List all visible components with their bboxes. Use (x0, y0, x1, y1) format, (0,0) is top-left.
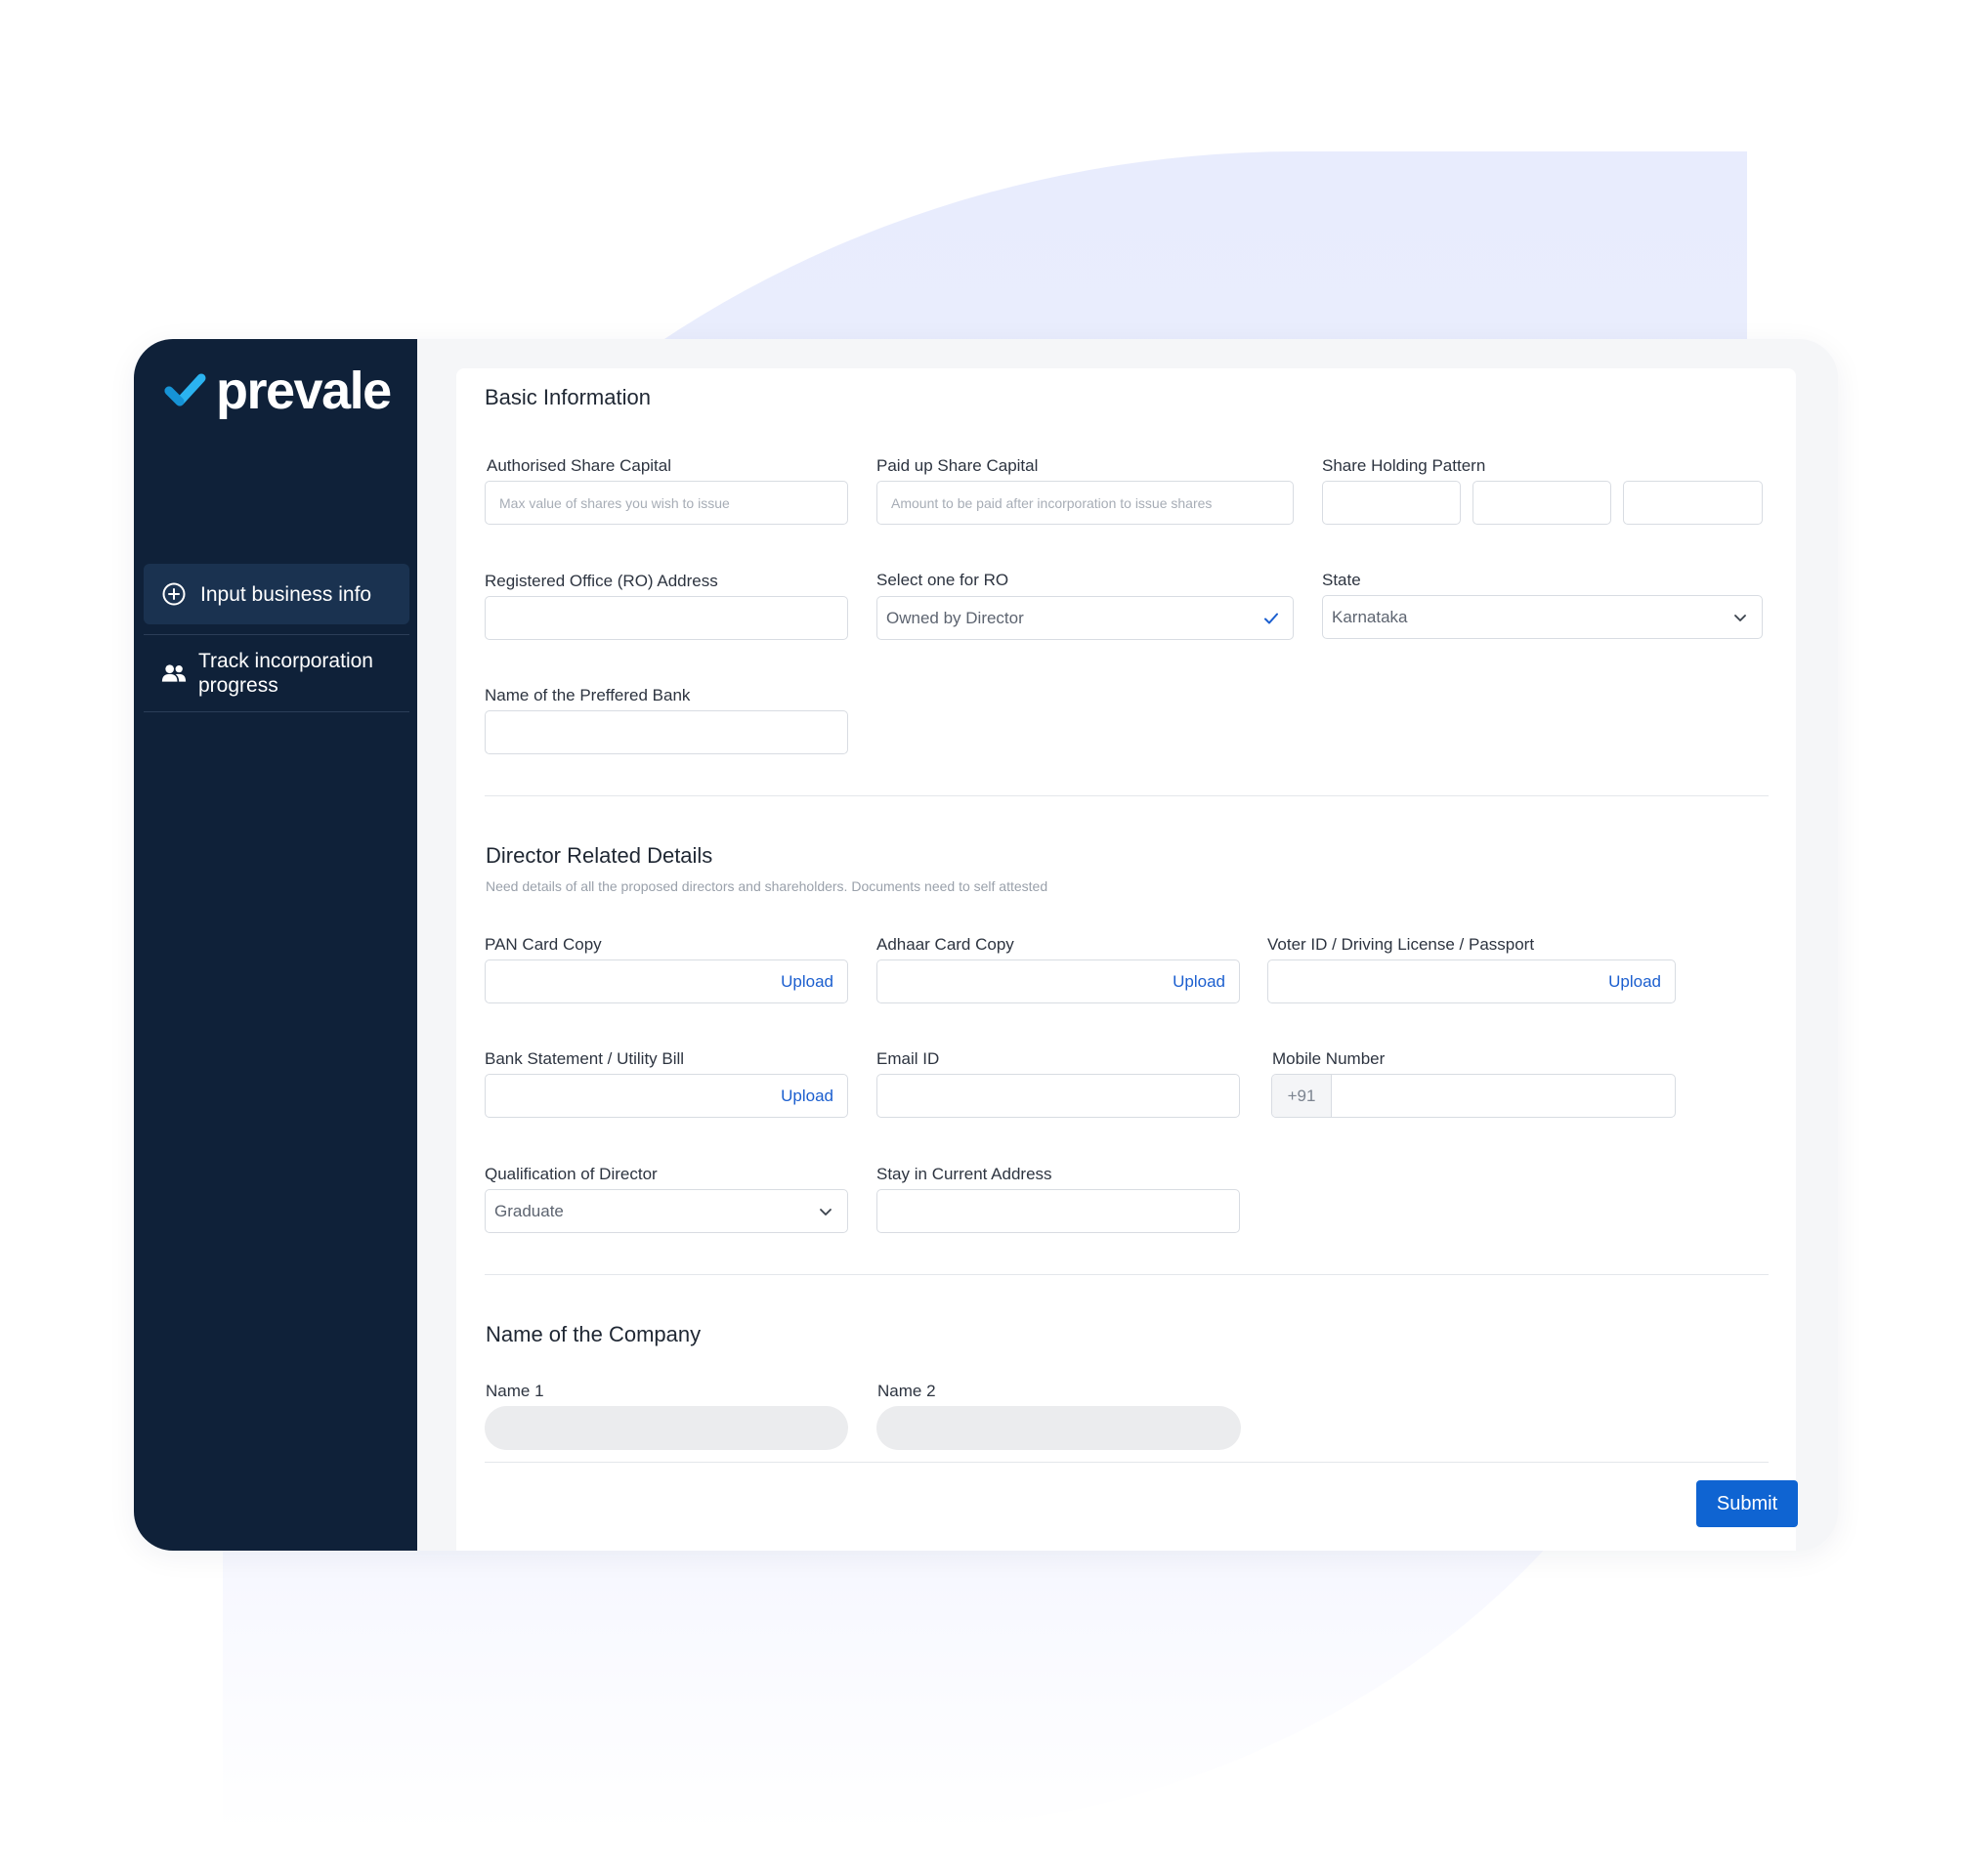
name-1-input[interactable] (485, 1406, 848, 1450)
share-holding-input-3[interactable] (1623, 481, 1763, 525)
pan-card-upload-link[interactable]: Upload (781, 972, 833, 992)
check-icon (1263, 611, 1279, 626)
submit-button[interactable]: Submit (1696, 1480, 1798, 1527)
voter-id-upload-link[interactable]: Upload (1608, 972, 1661, 992)
section-divider (485, 1274, 1769, 1275)
section-title-director-details: Director Related Details (486, 843, 713, 868)
app-window: prevale Input business info Track incorp… (134, 339, 1838, 1551)
bank-statement-label: Bank Statement / Utility Bill (485, 1049, 685, 1068)
authorised-share-capital-label: Authorised Share Capital (487, 456, 672, 475)
pan-card-upload-field[interactable]: Upload (485, 959, 848, 1003)
input-placeholder: Amount to be paid after incorporation to… (891, 494, 1213, 511)
preferred-bank-label: Name of the Preffered Bank (485, 686, 691, 704)
input-placeholder: Max value of shares you wish to issue (499, 494, 730, 511)
country-code-prefix: +91 (1272, 1075, 1332, 1117)
name-2-label: Name 2 (877, 1382, 936, 1400)
ro-address-label: Registered Office (RO) Address (485, 572, 718, 590)
voter-id-upload-field[interactable]: Upload (1267, 959, 1676, 1003)
chevron-down-icon (818, 1204, 833, 1219)
stay-current-address-input[interactable] (876, 1189, 1240, 1233)
aadhaar-card-upload-link[interactable]: Upload (1173, 972, 1225, 992)
bank-statement-upload-link[interactable]: Upload (781, 1087, 833, 1106)
bank-statement-upload-field[interactable]: Upload (485, 1074, 848, 1118)
brand-name: prevale (216, 362, 392, 420)
state-dropdown[interactable]: Karnataka (1322, 595, 1763, 639)
section-title-company-name: Name of the Company (486, 1322, 702, 1346)
select-ro-label: Select one for RO (876, 571, 1009, 589)
mobile-number-input[interactable]: +91 (1271, 1074, 1676, 1118)
preferred-bank-input[interactable] (485, 710, 848, 754)
qualification-value: Graduate (494, 1201, 564, 1220)
aadhaar-card-label: Adhaar Card Copy (876, 935, 1014, 954)
brand-logo[interactable]: prevale (163, 362, 392, 420)
users-icon (161, 661, 187, 686)
name-1-label: Name 1 (486, 1382, 544, 1400)
share-holding-input-1[interactable] (1322, 481, 1461, 525)
sidebar-item-track-incorporation[interactable]: Track incorporation progress (144, 634, 409, 712)
email-input[interactable] (876, 1074, 1240, 1118)
form-panel: Basic Information Authorised Share Capit… (456, 368, 1798, 1551)
qualification-label: Qualification of Director (485, 1165, 658, 1183)
stay-current-address-label: Stay in Current Address (876, 1165, 1052, 1183)
name-2-input[interactable] (876, 1406, 1241, 1450)
state-value: Karnataka (1332, 607, 1408, 626)
sidebar-item-label: Input business info (200, 582, 372, 606)
section-title-basic-information: Basic Information (485, 385, 651, 409)
share-holding-pattern-label: Share Holding Pattern (1322, 456, 1486, 475)
voter-id-label: Voter ID / Driving License / Passport (1267, 935, 1535, 954)
check-heart-icon (164, 373, 206, 406)
paid-up-share-capital-input[interactable]: Amount to be paid after incorporation to… (876, 481, 1294, 525)
authorised-share-capital-input[interactable]: Max value of shares you wish to issue (485, 481, 848, 525)
mobile-number-label: Mobile Number (1272, 1049, 1386, 1068)
aadhaar-card-upload-field[interactable]: Upload (876, 959, 1240, 1003)
ro-address-input[interactable] (485, 596, 848, 640)
qualification-dropdown[interactable]: Graduate (485, 1189, 848, 1233)
email-label: Email ID (876, 1049, 940, 1068)
paid-up-share-capital-label: Paid up Share Capital (876, 456, 1039, 475)
section-subtitle-director-details: Need details of all the proposed directo… (486, 878, 1048, 894)
select-ro-dropdown[interactable]: Owned by Director (876, 596, 1294, 640)
state-label: State (1322, 571, 1361, 589)
pan-card-label: PAN Card Copy (485, 935, 602, 954)
sidebar-item-input-business-info[interactable]: Input business info (144, 564, 409, 624)
sidebar-item-label: Track incorporation progress (198, 650, 373, 697)
sidebar: prevale Input business info Track incorp… (134, 339, 417, 1551)
section-divider (485, 795, 1769, 796)
share-holding-input-2[interactable] (1472, 481, 1611, 525)
chevron-down-icon (1732, 610, 1748, 625)
plus-circle-icon (161, 581, 187, 607)
select-ro-value: Owned by Director (886, 608, 1024, 627)
section-divider (485, 1462, 1769, 1463)
